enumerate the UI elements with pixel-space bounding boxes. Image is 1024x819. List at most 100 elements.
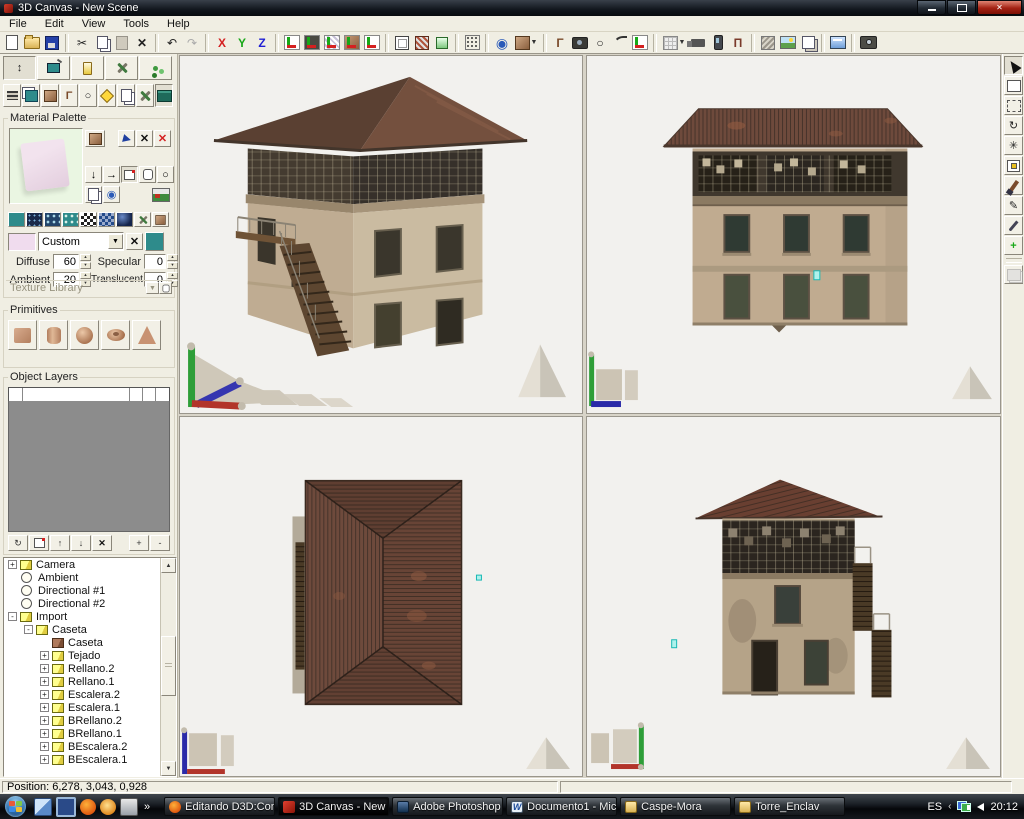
rectangle-tool-button[interactable] (1004, 76, 1023, 95)
y-axis-button[interactable]: Y (232, 33, 252, 52)
tree-item-directional-1[interactable]: Directional #1 (4, 584, 176, 597)
menu-edit[interactable]: Edit (36, 18, 73, 30)
view-axis-button-3[interactable] (322, 33, 342, 52)
refresh-layers-button[interactable]: ↻ (8, 535, 28, 551)
primitive-cylinder-button[interactable] (39, 320, 68, 350)
diffuse-value[interactable]: 60 (53, 254, 79, 269)
texture-library-popout-button[interactable] (159, 282, 172, 294)
task-caspe-mora[interactable]: Caspe-Mora (620, 797, 731, 816)
show-desktop-icon[interactable] (34, 798, 52, 816)
snap-grid-button[interactable] (462, 33, 482, 52)
grid-tool-button[interactable] (155, 84, 173, 107)
z-axis-button[interactable]: Z (252, 33, 272, 52)
current-color-swatch[interactable] (8, 233, 36, 251)
perspective-view-canvas[interactable] (180, 56, 582, 413)
camera-button[interactable] (570, 33, 590, 52)
expander[interactable]: + (40, 755, 49, 764)
task-3d-canvas[interactable]: 3D Canvas - New S... (278, 797, 389, 816)
expander[interactable]: + (40, 716, 49, 725)
tree-item-brellano1[interactable]: +BRellano.1 (4, 727, 176, 740)
language-indicator[interactable]: ES (927, 801, 942, 813)
light-tool-button[interactable]: ○ (79, 84, 97, 107)
move-tool-button[interactable]: + (1004, 236, 1023, 255)
delete-button[interactable]: ✕ (132, 33, 152, 52)
expander[interactable]: + (40, 729, 49, 738)
maximize-button[interactable] (947, 0, 976, 15)
save-button[interactable] (42, 33, 62, 52)
primitive-cube-button[interactable] (8, 320, 37, 350)
copy-button[interactable] (92, 33, 112, 52)
add-layer-button[interactable]: + (129, 535, 149, 551)
corner-widget[interactable] (518, 344, 566, 397)
monitor-icon[interactable] (56, 797, 76, 817)
firefox-icon[interactable] (80, 799, 96, 815)
primitive-sphere-button[interactable] (70, 320, 99, 350)
viewport-top[interactable] (179, 416, 583, 777)
layers-tool-button[interactable] (3, 84, 21, 107)
swatch-tools-button[interactable] (134, 212, 151, 227)
circle-shape-toggle[interactable]: ○ (157, 166, 174, 183)
texture-library-expand-button[interactable]: ▼ (146, 282, 159, 294)
tag-tool-button[interactable] (98, 84, 116, 107)
viewport-perspective[interactable] (179, 55, 583, 414)
task-editando-d3d[interactable]: Editando D3D:Con... (164, 797, 275, 816)
build-tab[interactable] (105, 56, 138, 80)
mail-icon[interactable] (100, 799, 116, 815)
wireframe-button[interactable] (392, 33, 412, 52)
put-material-button[interactable]: → (103, 166, 120, 183)
swatch-dotted-navy[interactable] (26, 212, 43, 227)
assign-layer-button[interactable] (29, 535, 49, 551)
corner-widget[interactable] (946, 737, 990, 769)
move-layer-up-button[interactable]: ↑ (50, 535, 70, 551)
view-axis-button-5[interactable] (362, 33, 382, 52)
build-tool-button[interactable] (136, 84, 154, 107)
handset-button[interactable] (708, 33, 728, 52)
snapshot-button[interactable] (858, 33, 878, 52)
expander[interactable]: + (8, 560, 17, 569)
corner-widget[interactable] (526, 737, 570, 769)
view-axis-button-1[interactable] (282, 33, 302, 52)
top-view-canvas[interactable] (180, 417, 582, 776)
minimize-button[interactable] (917, 0, 946, 15)
shaded-button[interactable] (432, 33, 452, 52)
quick-launch-overflow[interactable]: » (144, 801, 150, 813)
specular-stepper[interactable]: ▲▼ (167, 254, 178, 269)
object-mode-button[interactable]: ▼ (512, 33, 540, 52)
tree-item-rellano1[interactable]: +Rellano.1 (4, 675, 176, 688)
scroll-down-button[interactable]: ▼ (161, 761, 176, 776)
layers-button[interactable] (798, 33, 818, 52)
expander[interactable]: - (8, 612, 17, 621)
remove-preset-button[interactable]: ✕ (126, 233, 143, 250)
axis-widget-button[interactable] (630, 33, 650, 52)
tree-scrollbar[interactable]: ▲ ▼ (160, 558, 176, 776)
task-photoshop[interactable]: Adobe Photoshop ... (392, 797, 503, 816)
copy-material-button[interactable] (85, 186, 102, 203)
undo-button[interactable]: ↶ (162, 33, 182, 52)
preset-dropdown-arrow[interactable]: ▼ (108, 234, 123, 249)
bench-button[interactable]: Π (728, 33, 748, 52)
textured-button[interactable] (412, 33, 432, 52)
tree-item-rellano2[interactable]: +Rellano.2 (4, 662, 176, 675)
swatch-dotted-teal[interactable] (62, 212, 79, 227)
swatch-sphere[interactable] (116, 212, 133, 227)
tree-item-directional-2[interactable]: Directional #2 (4, 597, 176, 610)
object-tool-button[interactable] (41, 84, 59, 107)
image-material-icon[interactable] (152, 188, 170, 202)
marquee-tool-button[interactable] (1004, 96, 1023, 115)
redo-button[interactable]: ↷ (182, 33, 202, 52)
view-axis-button-2[interactable] (302, 33, 322, 52)
web-material-button[interactable]: ◉ (103, 186, 120, 203)
tree-item-ambient[interactable]: Ambient (4, 571, 176, 584)
task-word-document[interactable]: WDocumento1 - Mic... (506, 797, 617, 816)
magic-wand-button[interactable]: ✳ (1004, 136, 1023, 155)
swatch-new-button[interactable] (152, 212, 169, 227)
tree-item-caseta[interactable]: Caseta (4, 636, 176, 649)
tree-item-camera[interactable]: +Camera (4, 558, 176, 571)
rotate-tool-button[interactable]: ↻ (1004, 116, 1023, 135)
copy-tool-button[interactable] (117, 84, 135, 107)
image-button[interactable] (778, 33, 798, 52)
joint-tool-button[interactable]: Γ (60, 84, 78, 107)
menu-help[interactable]: Help (158, 18, 199, 30)
speaker-icon[interactable] (977, 803, 984, 811)
delete-material-button[interactable]: ✕ (154, 130, 171, 147)
